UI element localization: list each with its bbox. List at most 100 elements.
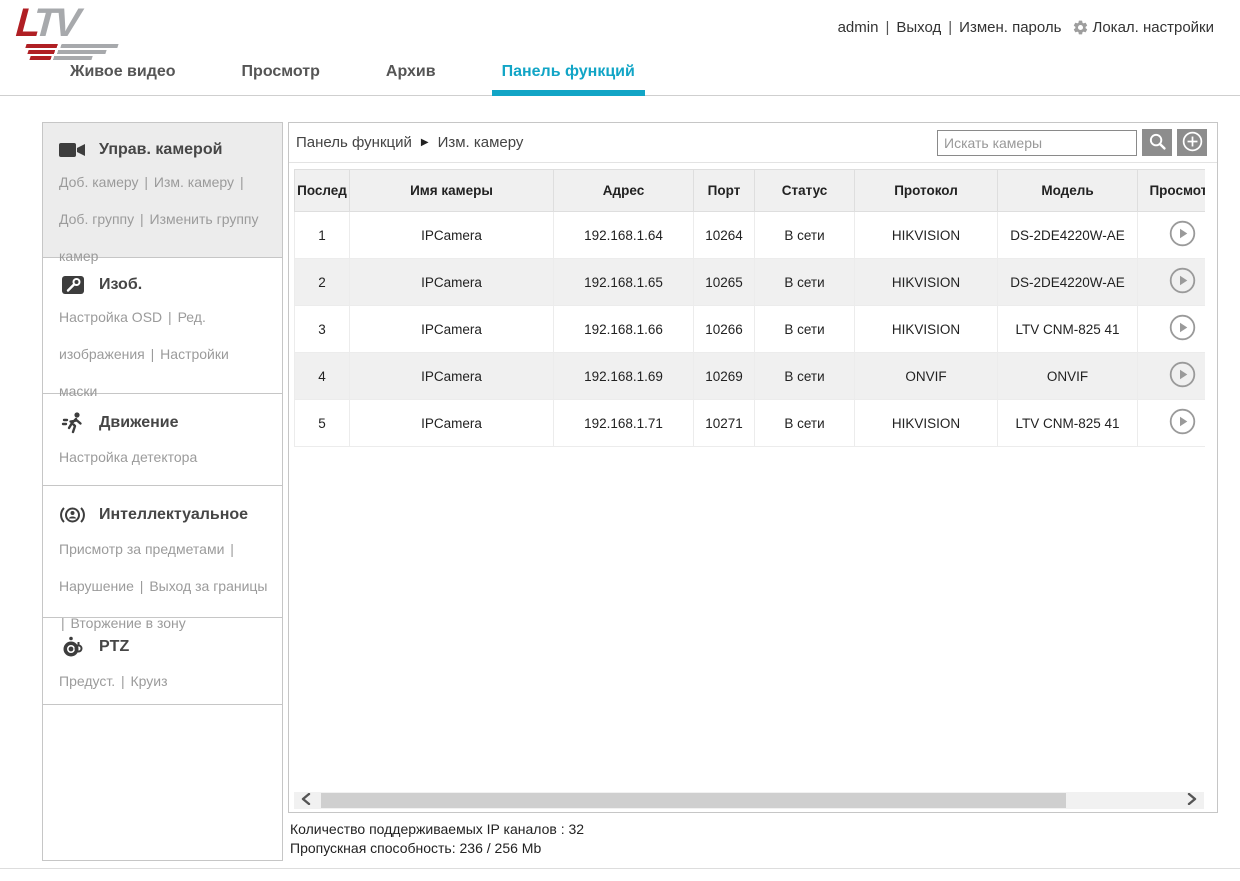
sidebar-section-title: Интеллектуальное <box>99 506 248 524</box>
cell-view <box>1138 259 1206 306</box>
sidebar-link[interactable]: Доб. камеру <box>59 174 138 190</box>
cell-port: 10266 <box>694 306 755 353</box>
cell-name: IPCamera <box>350 212 554 259</box>
table-row[interactable]: 3IPCamera192.168.1.6610266В сетиHIKVISIO… <box>295 306 1206 353</box>
tab-function-panel[interactable]: Панель функций <box>492 60 645 95</box>
logout-link[interactable]: Выход <box>896 19 941 36</box>
sidebar-link[interactable]: Круиз <box>131 673 168 689</box>
column-header-view: Просмотр <box>1138 170 1206 212</box>
tab-live-video[interactable]: Живое видео <box>60 60 186 95</box>
table-row[interactable]: 4IPCamera192.168.1.6910269В сетиONVIFONV… <box>295 353 1206 400</box>
sidebar-links: Настройка детектора <box>59 439 268 476</box>
cell-status: В сети <box>755 212 855 259</box>
cell-name: IPCamera <box>350 353 554 400</box>
capacity-info: Количество поддерживаемых IP каналов : 3… <box>290 820 584 858</box>
separator: | <box>61 615 69 631</box>
sidebar-link[interactable]: Вторжение в зону <box>71 615 186 631</box>
sidebar-section-title: Движение <box>99 414 179 432</box>
scroll-left-button[interactable] <box>294 792 318 809</box>
scroll-right-button[interactable] <box>1180 792 1204 809</box>
cell-view <box>1138 306 1206 353</box>
cell-model: DS-2DE4220W-AE <box>998 212 1138 259</box>
cell-seq: 3 <box>295 306 350 353</box>
separator: | <box>140 174 151 190</box>
table-row[interactable]: 2IPCamera192.168.1.6510265В сетиHIKVISIO… <box>295 259 1206 306</box>
preview-play-button[interactable] <box>1169 361 1196 391</box>
breadcrumb-root[interactable]: Панель функций <box>296 134 412 151</box>
separator: | <box>136 578 147 594</box>
separator: | <box>948 19 952 36</box>
cell-protocol: HIKVISION <box>855 306 998 353</box>
current-user[interactable]: admin <box>838 19 879 36</box>
cell-status: В сети <box>755 353 855 400</box>
column-header-address: Адрес <box>554 170 694 212</box>
table-row[interactable]: 1IPCamera192.168.1.6410264В сетиHIKVISIO… <box>295 212 1206 259</box>
cell-protocol: HIKVISION <box>855 400 998 447</box>
column-header-status: Статус <box>755 170 855 212</box>
cell-status: В сети <box>755 400 855 447</box>
search-icon <box>1148 132 1167 154</box>
motion-icon <box>59 411 86 435</box>
sidebar-section-title: Изоб. <box>99 276 142 294</box>
sidebar-section-title: PTZ <box>99 638 129 656</box>
cell-seq: 5 <box>295 400 350 447</box>
preview-play-button[interactable] <box>1169 408 1196 438</box>
column-header-port: Порт <box>694 170 755 212</box>
camera-table-container: Послед Имя камеры Адрес Порт Статус Прот… <box>294 169 1205 669</box>
cell-model: LTV CNM-825 41 <box>998 400 1138 447</box>
table-header-row: Послед Имя камеры Адрес Порт Статус Прот… <box>295 170 1206 212</box>
sidebar-link[interactable]: Доб. группу <box>59 211 134 227</box>
main-panel: Панель функций ▶ Изм. камеру <box>288 122 1218 813</box>
cell-port: 10264 <box>694 212 755 259</box>
preview-play-button[interactable] <box>1169 220 1196 250</box>
add-camera-button[interactable] <box>1177 129 1207 156</box>
table-row[interactable]: 5IPCamera192.168.1.7110271В сетиHIKVISIO… <box>295 400 1206 447</box>
sidebar-link[interactable]: Присмотр за предметами <box>59 541 224 557</box>
sidebar-link[interactable]: Настройка детектора <box>59 449 197 465</box>
local-settings-link[interactable]: Локал. настройки <box>1092 19 1214 36</box>
column-header-protocol: Протокол <box>855 170 998 212</box>
sidebar-links: Предуст. | Круиз <box>59 663 268 700</box>
camera-table-body: 1IPCamera192.168.1.6410264В сетиHIKVISIO… <box>295 212 1206 447</box>
sidebar-link[interactable]: Нарушение <box>59 578 134 594</box>
sidebar-section-title: Управ. камерой <box>99 141 222 159</box>
cell-name: IPCamera <box>350 400 554 447</box>
breadcrumb-current: Изм. камеру <box>438 134 524 151</box>
cell-address: 192.168.1.69 <box>554 353 694 400</box>
ptz-icon <box>59 635 86 659</box>
cell-address: 192.168.1.71 <box>554 400 694 447</box>
play-icon <box>1169 314 1196 344</box>
search-button[interactable] <box>1142 129 1172 156</box>
play-icon <box>1169 267 1196 297</box>
tab-archive[interactable]: Архив <box>376 60 446 95</box>
cell-view <box>1138 212 1206 259</box>
sidebar-section-image: Изоб. Настройка OSD | Ред. изображения |… <box>42 257 283 394</box>
search-group <box>937 129 1207 156</box>
cell-model: LTV CNM-825 41 <box>998 306 1138 353</box>
cell-seq: 2 <box>295 259 350 306</box>
preview-play-button[interactable] <box>1169 267 1196 297</box>
breadcrumb-arrow-icon: ▶ <box>421 137 429 148</box>
chevron-right-icon <box>1187 793 1197 808</box>
tab-playback[interactable]: Просмотр <box>232 60 330 95</box>
change-password-link[interactable]: Измен. пароль <box>959 19 1061 36</box>
sidebar-link[interactable]: Изм. камеру <box>154 174 234 190</box>
cell-port: 10265 <box>694 259 755 306</box>
search-input[interactable] <box>937 130 1137 156</box>
separator: | <box>147 346 158 362</box>
cell-model: DS-2DE4220W-AE <box>998 259 1138 306</box>
page-bottom-divider <box>0 868 1240 869</box>
ltv-logo: LTV <box>16 4 136 60</box>
sidebar-link[interactable]: Предуст. <box>59 673 115 689</box>
cell-name: IPCamera <box>350 306 554 353</box>
sidebar-link[interactable]: Выход за границы <box>149 578 267 594</box>
sidebar-link[interactable]: Настройка OSD <box>59 309 162 325</box>
ltv-logo-letters: LTV <box>15 4 138 42</box>
preview-play-button[interactable] <box>1169 314 1196 344</box>
cell-protocol: HIKVISION <box>855 212 998 259</box>
sidebar: Управ. камерой Доб. камеру | Изм. камеру… <box>42 122 283 861</box>
column-header-model: Модель <box>998 170 1138 212</box>
plus-circle-icon <box>1182 131 1203 155</box>
scrollbar-thumb[interactable] <box>321 793 1066 808</box>
horizontal-scrollbar[interactable] <box>294 792 1204 809</box>
